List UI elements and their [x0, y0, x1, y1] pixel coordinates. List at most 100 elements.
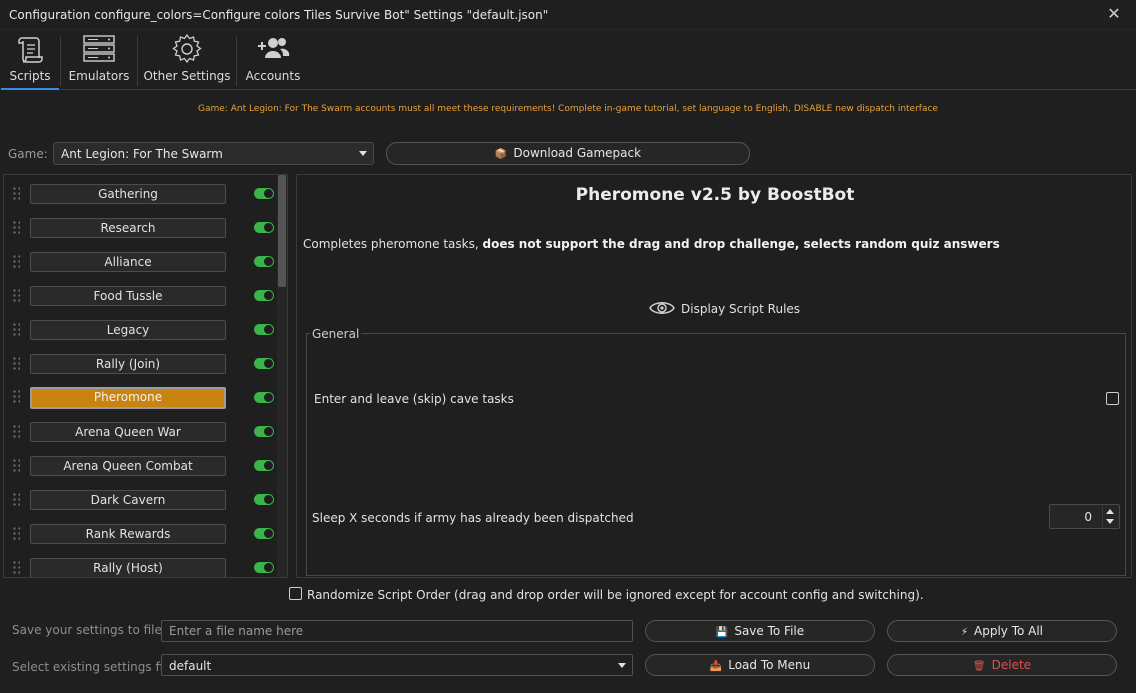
drag-handle-icon[interactable] — [12, 492, 20, 508]
script-title: Pheromone v2.5 by BoostBot — [575, 185, 855, 205]
script-toggle[interactable] — [254, 188, 274, 199]
script-toggle[interactable] — [254, 256, 274, 267]
title-bar: Configuration configure_colors=Configure… — [0, 0, 1136, 30]
download-gamepack-label: Download Gamepack — [513, 146, 642, 160]
requirements-notice: Game: Ant Legion: For The Swarm accounts… — [198, 104, 938, 114]
save-icon: 💾 — [715, 627, 729, 638]
script-toggle[interactable] — [254, 392, 274, 403]
divider — [236, 36, 237, 86]
sleep-option-label: Sleep X seconds if army has already been… — [312, 511, 634, 525]
drag-handle-icon[interactable] — [12, 560, 20, 576]
script-toggle[interactable] — [254, 222, 274, 233]
drag-handle-icon[interactable] — [12, 220, 20, 236]
script-button-selected[interactable]: Pheromone — [30, 387, 226, 409]
drag-handle-icon[interactable] — [12, 288, 20, 304]
list-item: Dark Cavern — [4, 490, 276, 512]
delete-label: Delete — [991, 658, 1032, 672]
save-settings-label: Save your settings to file — [12, 623, 162, 637]
general-group: General Enter and leave (skip) cave task… — [306, 327, 1126, 576]
game-label: Game: — [8, 147, 48, 161]
script-button[interactable]: Research — [30, 218, 226, 238]
list-item: Arena Queen War — [4, 422, 276, 444]
checkbox-icon[interactable] — [289, 587, 302, 600]
tab-label: Accounts — [245, 69, 301, 83]
script-button[interactable]: Arena Queen War — [30, 422, 226, 442]
close-icon[interactable]: ✕ — [1106, 6, 1122, 22]
tab-accounts[interactable]: Accounts — [242, 30, 304, 90]
script-detail-panel: Pheromone v2.5 by BoostBot Completes phe… — [296, 174, 1132, 578]
randomize-order-label: Randomize Script Order (drag and drop or… — [307, 588, 924, 602]
tab-label: Scripts — [9, 69, 51, 83]
script-button[interactable]: Alliance — [30, 252, 226, 272]
script-toggle[interactable] — [254, 358, 274, 369]
game-select[interactable]: Ant Legion: For The Swarm — [53, 142, 374, 165]
script-button[interactable]: Rally (Host) — [30, 558, 226, 577]
file-name-input[interactable] — [161, 620, 633, 642]
chevron-down-icon — [359, 151, 367, 156]
script-button[interactable]: Legacy — [30, 320, 226, 340]
tab-other-settings[interactable]: Other Settings — [142, 30, 232, 90]
list-item: Gathering — [4, 184, 276, 206]
tab-scripts[interactable]: Scripts — [1, 30, 59, 90]
script-button[interactable]: Food Tussle — [30, 286, 226, 306]
list-item: Arena Queen Combat — [4, 456, 276, 478]
script-toggle[interactable] — [254, 290, 274, 301]
save-to-file-button[interactable]: 💾 Save To File — [645, 620, 875, 642]
tab-label: Other Settings — [143, 69, 231, 83]
script-toggle[interactable] — [254, 324, 274, 335]
cave-option-label: Enter and leave (skip) cave tasks — [314, 392, 514, 406]
cave-option-checkbox[interactable] — [1106, 392, 1119, 405]
sleep-seconds-value: 0 — [1084, 510, 1092, 524]
settings-file-value: default — [169, 659, 212, 673]
stepper-arrows — [1102, 506, 1117, 527]
divider — [137, 36, 138, 86]
list-item: Pheromone — [4, 387, 276, 409]
sleep-seconds-stepper[interactable]: 0 — [1049, 504, 1120, 529]
list-item: Food Tussle — [4, 286, 276, 308]
apply-to-all-label: Apply To All — [974, 624, 1044, 638]
script-toggle[interactable] — [254, 494, 274, 505]
description-text: Completes pheromone tasks, — [303, 237, 483, 251]
load-to-menu-button[interactable]: 📥 Load To Menu — [645, 654, 875, 676]
inbox-icon: 📥 — [709, 661, 723, 672]
script-toggle[interactable] — [254, 562, 274, 573]
server-icon — [83, 35, 115, 62]
drag-handle-icon[interactable] — [12, 322, 20, 338]
script-description: Completes pheromone tasks, does not supp… — [303, 237, 1000, 251]
delete-button[interactable]: 🗑 Delete — [887, 654, 1117, 676]
window-title: Configuration configure_colors=Configure… — [9, 8, 549, 22]
script-button[interactable]: Rank Rewards — [30, 524, 226, 544]
list-item: Research — [4, 218, 276, 240]
chevron-down-icon — [618, 663, 626, 668]
list-item: Rally (Join) — [4, 354, 276, 376]
script-button[interactable]: Rally (Join) — [30, 354, 226, 374]
drag-handle-icon[interactable] — [12, 458, 20, 474]
list-item: Alliance — [4, 252, 276, 274]
drag-handle-icon[interactable] — [12, 424, 20, 440]
script-button[interactable]: Arena Queen Combat — [30, 456, 226, 476]
script-button[interactable]: Gathering — [30, 184, 226, 204]
apply-to-all-button[interactable]: ⚡ Apply To All — [887, 620, 1117, 642]
scrollbar-thumb[interactable] — [278, 175, 286, 287]
tab-label: Emulators — [68, 69, 130, 83]
tab-emulators[interactable]: Emulators — [66, 30, 132, 90]
display-script-rules-label: Display Script Rules — [681, 302, 801, 316]
tab-bar: Scripts Emulators Other Settings Account… — [0, 30, 1136, 90]
drag-handle-icon[interactable] — [12, 186, 20, 202]
script-toggle[interactable] — [254, 460, 274, 471]
drag-handle-icon[interactable] — [12, 254, 20, 270]
chevron-down-icon[interactable] — [1106, 519, 1114, 524]
script-toggle[interactable] — [254, 528, 274, 539]
settings-file-select[interactable]: default — [161, 654, 633, 676]
download-gamepack-button[interactable]: 📦 Download Gamepack — [386, 142, 750, 165]
script-toggle[interactable] — [254, 426, 274, 437]
chevron-up-icon[interactable] — [1106, 509, 1114, 514]
script-button[interactable]: Dark Cavern — [30, 490, 226, 510]
drag-handle-icon[interactable] — [12, 356, 20, 372]
select-settings-label: Select existing settings file — [12, 660, 174, 674]
group-legend: General — [310, 327, 362, 341]
trash-icon: 🗑 — [972, 661, 986, 672]
list-item: Rally (Host) — [4, 558, 276, 577]
drag-handle-icon[interactable] — [12, 389, 20, 405]
drag-handle-icon[interactable] — [12, 526, 20, 542]
